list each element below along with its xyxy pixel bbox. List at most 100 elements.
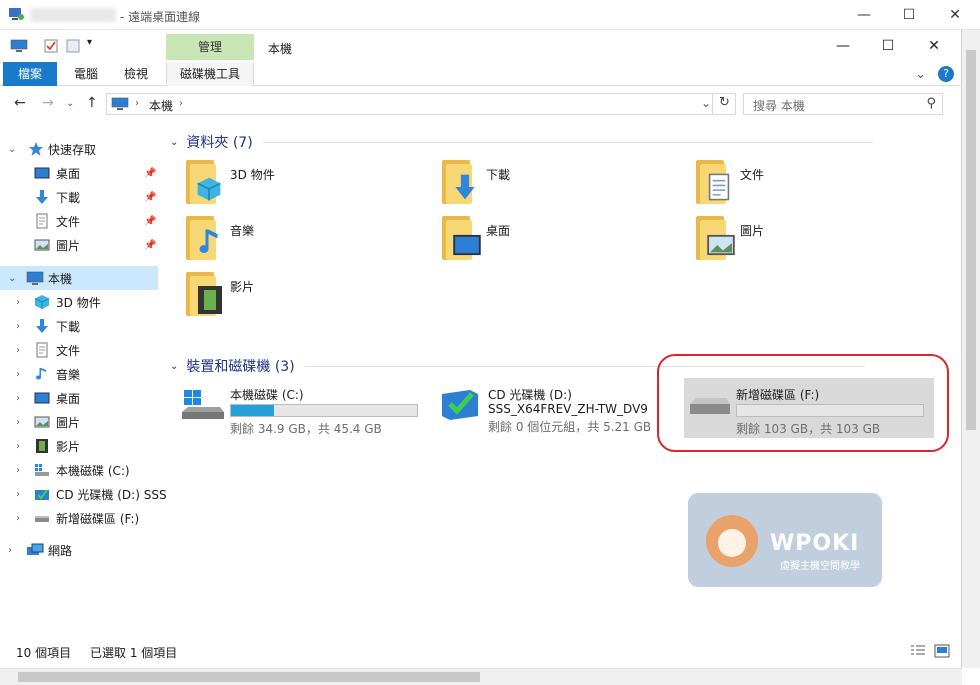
watermark-brand: WPOKI (770, 531, 860, 556)
ribbon-expand-icon[interactable]: ⌄ (915, 67, 926, 82)
forward-button[interactable]: → (42, 95, 54, 111)
drive-c-tile[interactable]: 本機磁碟 (C:) 剩餘 34.9 GB，共 45.4 GB (178, 378, 428, 438)
pin-icon[interactable]: 📌 (144, 168, 156, 179)
nav-pc-documents[interactable]: › 文件 (0, 338, 158, 362)
windows-drive-icon (35, 464, 49, 476)
tab-view[interactable]: 檢視 (116, 62, 156, 86)
expand-chevron-icon[interactable]: › (16, 297, 20, 308)
folder-desktop[interactable]: 桌面 (440, 214, 680, 266)
new-folder-icon[interactable] (66, 39, 80, 53)
remote-vertical-scrollbar[interactable] (962, 30, 980, 668)
group-collapse-chevron-icon[interactable]: ⌄ (170, 137, 178, 148)
window-maximize-button[interactable]: ☐ (865, 30, 911, 62)
group-collapse-chevron-icon[interactable]: ⌄ (170, 361, 178, 372)
vertical-scroll-thumb[interactable] (966, 50, 976, 430)
folders-group-title: 資料夾 (7) (186, 135, 253, 151)
help-icon[interactable]: ? (938, 66, 954, 82)
expand-chevron-icon[interactable]: › (16, 489, 20, 500)
nav-pc-videos[interactable]: › 影片 (0, 434, 158, 458)
download-arrow-icon (455, 174, 475, 200)
folders-group-header[interactable]: ⌄ 資料夾 (7) (170, 132, 950, 152)
search-box[interactable]: 搜尋 本機 ⚲ (743, 93, 943, 115)
expand-chevron-icon[interactable]: › (16, 393, 20, 404)
nav-item-label: 3D 物件 (56, 295, 101, 310)
nav-quick-access[interactable]: ⌄ 快速存取 (0, 137, 158, 161)
nav-item-label: CD 光碟機 (D:) SSS (56, 487, 167, 502)
desktop-icon (34, 167, 50, 179)
recent-locations-button[interactable]: ⌄ (66, 98, 74, 109)
expand-chevron-icon[interactable]: › (16, 465, 20, 476)
pin-icon[interactable]: 📌 (144, 192, 156, 203)
expand-chevron-icon[interactable]: › (16, 513, 20, 524)
window-minimize-button[interactable]: — (820, 30, 866, 62)
collapse-chevron-icon[interactable]: ⌄ (8, 144, 16, 155)
nav-pc-drive-c[interactable]: › 本機磁碟 (C:) (0, 458, 158, 482)
remote-maximize-button[interactable]: ☐ (886, 0, 932, 30)
nav-pc-drive-d[interactable]: › CD 光碟機 (D:) SSS (0, 482, 167, 506)
search-icon[interactable]: ⚲ (926, 96, 936, 111)
folder-music[interactable]: 音樂 (184, 214, 424, 266)
tab-drive-tools[interactable]: 磁碟機工具 (166, 62, 254, 86)
breadcrumb-this-pc[interactable]: 本機 (149, 97, 173, 114)
remote-minimize-button[interactable]: — (841, 0, 887, 30)
breadcrumb-chevron-icon[interactable]: › (135, 98, 139, 109)
pin-icon[interactable]: 📌 (144, 216, 156, 227)
nav-pc-music[interactable]: › 音樂 (0, 362, 158, 386)
properties-icon[interactable] (44, 39, 58, 53)
document-icon (36, 213, 48, 229)
nav-item-label: 文件 (56, 343, 81, 358)
nav-quick-access-label: 快速存取 (48, 142, 97, 157)
expand-chevron-icon[interactable]: › (16, 369, 20, 380)
expand-chevron-icon[interactable]: › (16, 321, 20, 332)
nav-item-label: 下載 (56, 190, 81, 205)
back-button[interactable]: ← (14, 95, 26, 111)
tab-file[interactable]: 檔案 (3, 62, 57, 86)
nav-quick-downloads[interactable]: 下載 📌 (0, 185, 158, 209)
drive-d-tile[interactable]: CD 光碟機 (D:) SSS_X64FREV_ZH-TW_DV9 剩餘 0 個… (436, 378, 686, 438)
nav-network[interactable]: › 網路 (0, 538, 158, 562)
nav-quick-desktop[interactable]: 桌面 📌 (0, 161, 158, 185)
nav-pc-pictures[interactable]: › 圖片 (0, 410, 158, 434)
nav-quick-pictures[interactable]: 圖片 📌 (0, 233, 158, 257)
picture-icon (34, 416, 50, 428)
folder-documents[interactable]: 文件 (694, 158, 934, 210)
deer-mascot-icon (706, 515, 758, 567)
manage-context-tab[interactable]: 管理 (166, 34, 254, 60)
details-view-icon[interactable] (910, 644, 926, 658)
horizontal-scroll-thumb[interactable] (18, 672, 480, 682)
document-icon (708, 173, 730, 201)
expand-chevron-icon[interactable]: › (16, 441, 20, 452)
nav-pc-desktop[interactable]: › 桌面 (0, 386, 158, 410)
window-close-button[interactable]: ✕ (911, 30, 957, 62)
nav-quick-documents[interactable]: 文件 📌 (0, 209, 158, 233)
expand-chevron-icon[interactable]: › (16, 345, 20, 356)
breadcrumb-chevron-icon[interactable]: › (179, 98, 183, 109)
remote-horizontal-scrollbar[interactable] (0, 668, 962, 685)
expand-chevron-icon[interactable]: › (8, 545, 12, 556)
folder-videos[interactable]: 影片 (184, 270, 424, 322)
nav-pc-3d-objects[interactable]: › 3D 物件 (0, 290, 158, 314)
windows-drive-icon (182, 390, 224, 419)
tab-computer[interactable]: 電腦 (66, 62, 106, 86)
address-dropdown-icon[interactable]: ⌄ (701, 96, 711, 110)
address-row: ← → ⌄ ↑ › 本機 › ⌄ ↻ 搜尋 本機 ⚲ (0, 87, 962, 121)
remote-close-button[interactable]: ✕ (932, 0, 978, 30)
nav-this-pc[interactable]: ⌄ 本機 (0, 266, 158, 290)
large-icons-view-icon[interactable] (934, 644, 950, 658)
drive-name: CD 光碟機 (D:) (488, 388, 572, 402)
nav-pc-downloads[interactable]: › 下載 (0, 314, 158, 338)
collapse-chevron-icon[interactable]: ⌄ (8, 273, 16, 284)
folder-downloads[interactable]: 下載 (440, 158, 680, 210)
up-button[interactable]: ↑ (86, 95, 98, 111)
drive-free-space: 剩餘 0 個位元組，共 5.21 GB (488, 420, 652, 434)
nav-pc-drive-f[interactable]: › 新增磁碟區 (F:) (0, 506, 158, 530)
drive-free-space: 剩餘 34.9 GB，共 45.4 GB (230, 422, 382, 436)
refresh-button[interactable]: ↻ (712, 93, 736, 115)
pin-icon[interactable]: 📌 (144, 240, 156, 251)
address-bar[interactable]: › 本機 › ⌄ (106, 93, 736, 115)
folder-3d-objects[interactable]: 3D 物件 (184, 158, 424, 210)
folder-pictures[interactable]: 圖片 (694, 214, 934, 266)
expand-chevron-icon[interactable]: › (16, 417, 20, 428)
customize-toolbar-icon[interactable]: ▾ (87, 37, 92, 48)
folder-name: 下載 (486, 168, 511, 182)
